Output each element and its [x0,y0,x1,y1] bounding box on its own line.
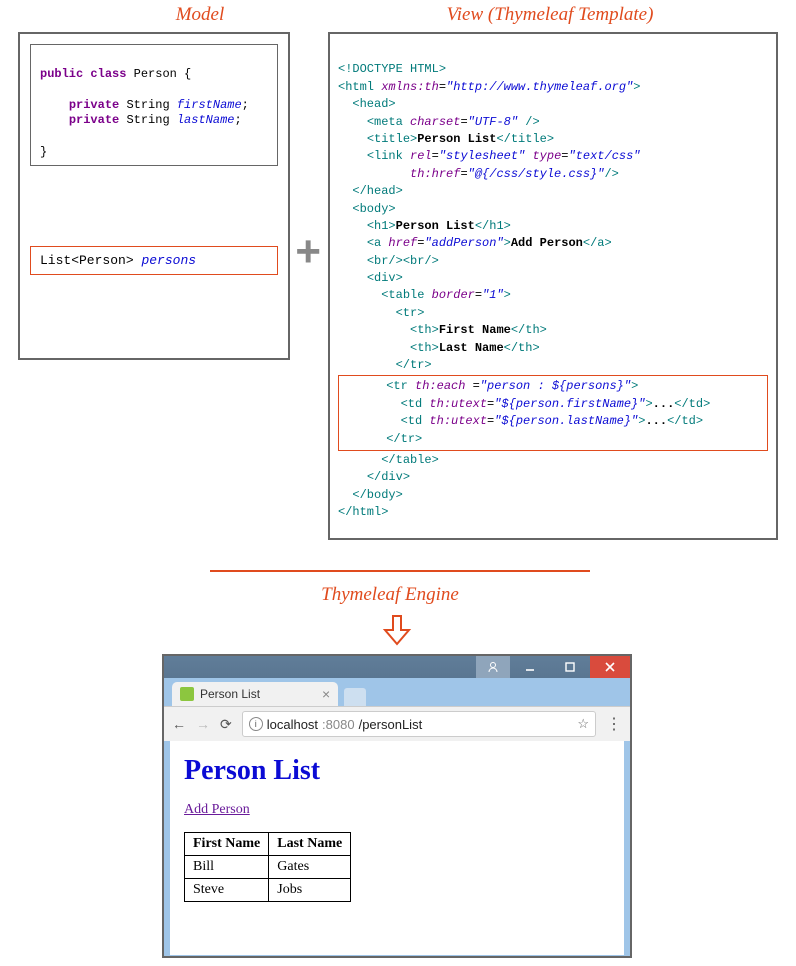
close-button[interactable] [590,656,630,678]
address-bar[interactable]: i localhost :8080/personList ☆ [242,711,596,737]
template-highlight: <tr th:each ="person : ${persons}"> <td … [338,375,768,451]
col-first-name: First Name [185,833,269,856]
table-row: Bill Gates [185,856,351,879]
page-body: Person List Add Person First Name Last N… [170,741,624,955]
address-bar-row: ← → ⟳ i localhost :8080/personList ☆ ⋮ [164,706,630,741]
url-host: localhost [267,717,318,732]
col-last-name: Last Name [269,833,351,856]
tab-title: Person List [200,687,260,701]
menu-button[interactable]: ⋮ [606,714,622,734]
table-header-row: First Name Last Name [185,833,351,856]
browser-window: Person List × ← → ⟳ i localhost :8080/per… [162,654,632,958]
table-row: Steve Jobs [185,879,351,902]
url-port: :8080 [322,717,355,732]
result-table: First Name Last Name Bill Gates Steve Jo… [184,832,351,902]
plus-icon: + [295,230,321,280]
add-person-link[interactable]: Add Person [184,802,250,817]
model-code: public class Person { private String fir… [30,44,278,166]
url-path: /personList [359,717,423,732]
reload-button[interactable]: ⟳ [220,716,232,733]
user-icon[interactable] [476,656,510,678]
template-code: <!DOCTYPE HTML> <html xmlns:th="http://w… [338,44,768,522]
flow-line [210,570,590,572]
favicon-icon [180,687,194,701]
bookmark-star-icon[interactable]: ☆ [577,716,589,732]
tab-close-icon[interactable]: × [322,686,330,702]
info-icon: i [249,717,263,731]
minimize-button[interactable] [510,656,550,678]
browser-tab[interactable]: Person List × [172,682,338,706]
new-tab-button[interactable] [344,688,366,706]
back-button[interactable]: ← [172,716,186,732]
view-panel: <!DOCTYPE HTML> <html xmlns:th="http://w… [328,32,778,540]
view-title: View (Thymeleaf Template) [420,4,680,26]
model-panel: public class Person { private String fir… [18,32,290,360]
window-titlebar [164,656,630,678]
list-declaration: List<Person> persons [30,246,278,275]
arrow-down-icon [380,614,414,646]
maximize-button[interactable] [550,656,590,678]
engine-title: Thymeleaf Engine [290,584,490,606]
model-title: Model [160,4,240,26]
tab-row: Person List × [164,678,630,706]
page-heading: Person List [184,755,610,787]
forward-button[interactable]: → [196,716,210,732]
